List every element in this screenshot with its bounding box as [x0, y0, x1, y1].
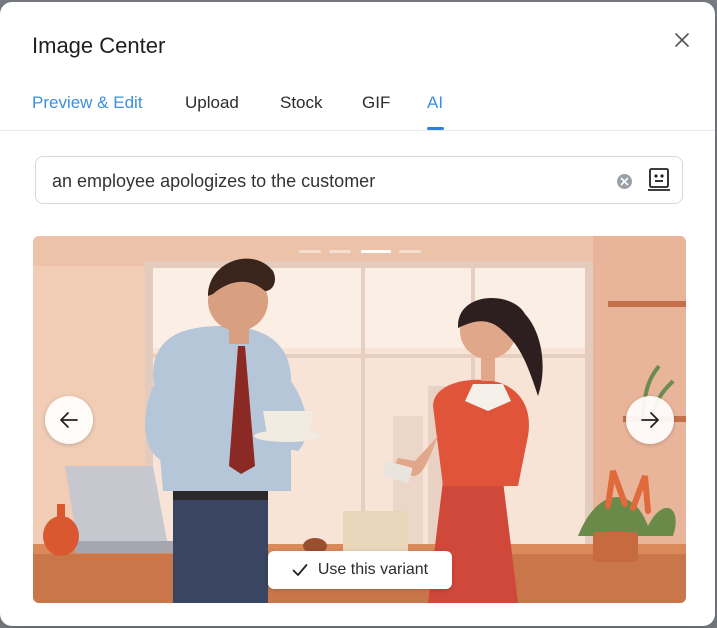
close-icon: [675, 33, 689, 47]
robot-face-icon: [648, 168, 670, 191]
tab-stock[interactable]: Stock: [280, 93, 323, 113]
carousel-dot-1[interactable]: [299, 250, 321, 253]
use-variant-button[interactable]: Use this variant: [268, 551, 452, 589]
clear-circle-icon: [620, 177, 629, 186]
carousel-indicator: [299, 250, 424, 254]
carousel-dot-3[interactable]: [361, 250, 391, 253]
carousel-dot-4[interactable]: [399, 250, 421, 253]
tab-gif[interactable]: GIF: [362, 93, 390, 113]
dialog-title: Image Center: [32, 33, 166, 58]
tab-ai[interactable]: AI: [427, 93, 443, 113]
tab-upload[interactable]: Upload: [185, 93, 239, 113]
tab-preview-edit[interactable]: Preview & Edit: [32, 93, 143, 113]
previous-image-button[interactable]: [45, 396, 93, 444]
prompt-input[interactable]: [50, 157, 614, 205]
close-button[interactable]: [668, 26, 696, 54]
tab-bar: Preview & Edit Upload Stock GIF AI: [0, 88, 715, 131]
use-variant-label: Use this variant: [317, 561, 429, 578]
active-tab-indicator: [427, 127, 444, 130]
arrow-right-icon: [641, 412, 659, 428]
carousel-dot-2[interactable]: [329, 250, 351, 253]
generated-image: [33, 236, 686, 603]
generated-image-carousel: Use this variant: [33, 236, 686, 603]
arrow-left-icon: [60, 412, 78, 428]
clear-button[interactable]: [617, 174, 632, 189]
image-center-dialog: Image Center Preview & Edit Upload Stock…: [0, 2, 715, 626]
check-icon: [292, 564, 308, 576]
next-image-button[interactable]: [626, 396, 674, 444]
prompt-field: [35, 156, 683, 205]
generate-button[interactable]: [647, 167, 671, 193]
